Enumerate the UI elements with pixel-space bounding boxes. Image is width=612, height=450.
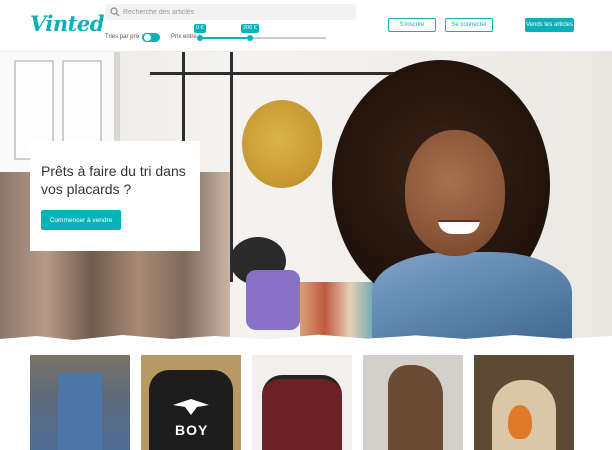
woman-face-photo	[405, 130, 505, 256]
login-button[interactable]: Se connecter	[445, 18, 493, 32]
price-max-handle[interactable]	[247, 35, 253, 41]
price-min-handle[interactable]	[197, 35, 203, 41]
price-min-tooltip: 0 €	[194, 24, 206, 33]
top-header: Vinted Tries par prix : Prix entre : 0 €…	[0, 0, 612, 52]
product-card-fox-backpack[interactable]	[474, 355, 574, 450]
sort-by-price-toggle[interactable]	[142, 33, 160, 42]
product-card-denim-overalls[interactable]	[30, 355, 130, 450]
product-strip: BOY	[0, 342, 612, 450]
search-bar[interactable]	[105, 4, 356, 20]
boots-photo	[388, 365, 443, 450]
price-range-label: Prix entre :	[171, 34, 201, 40]
hero-title: Prêts à faire du tri dans vos placards ?	[41, 163, 186, 197]
toggle-knob	[144, 34, 151, 41]
overalls-photo	[58, 373, 102, 450]
price-max-tooltip: 200 €	[241, 24, 259, 33]
fox-print-photo	[508, 405, 532, 439]
product-card-boy-sweater[interactable]: BOY	[141, 355, 241, 450]
eagle-logo-icon	[173, 399, 209, 415]
sort-by-price-label: Tries par prix :	[105, 34, 144, 40]
vinted-logo[interactable]: Vinted	[30, 11, 104, 36]
search-input[interactable]	[123, 5, 353, 19]
hero-callout-card: Prêts à faire du tri dans vos placards ?…	[30, 141, 200, 251]
price-range-track[interactable]	[199, 37, 326, 39]
search-icon	[110, 7, 120, 17]
clothes-rack-pole	[230, 52, 233, 282]
sweater-print-text: BOY	[175, 422, 209, 438]
signup-button[interactable]: S'inscrire	[388, 18, 436, 32]
price-range-fill	[199, 37, 251, 39]
product-card-leather-boots[interactable]	[363, 355, 463, 450]
sweater-photo	[262, 375, 342, 450]
start-selling-button[interactable]: Commencer à vendre	[41, 210, 121, 230]
purple-bag-photo	[246, 270, 300, 330]
straw-hat-photo	[242, 100, 322, 188]
product-card-burgundy-sweater[interactable]	[252, 355, 352, 450]
sell-items-button[interactable]: Vends tes articles	[525, 18, 574, 32]
denim-jacket-photo	[372, 252, 572, 342]
